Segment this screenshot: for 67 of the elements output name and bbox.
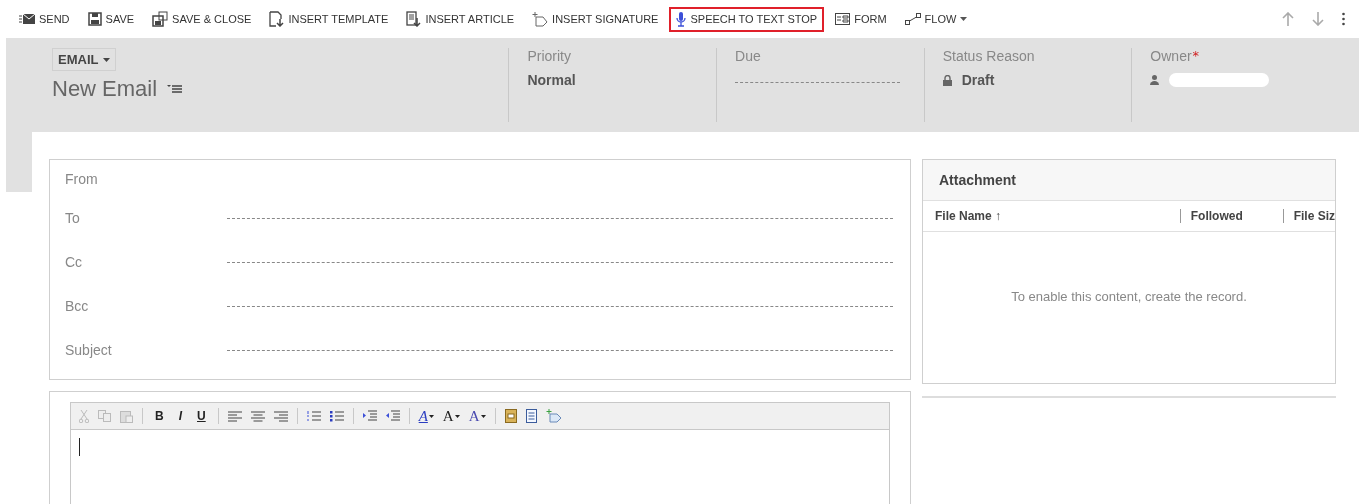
- tag-plus-icon[interactable]: [545, 409, 562, 423]
- down-arrow-icon[interactable]: [1312, 12, 1324, 26]
- field-label: Due: [735, 48, 761, 64]
- microphone-icon: [676, 11, 687, 27]
- empty-field-line[interactable]: [735, 81, 901, 83]
- indent-icon[interactable]: [362, 410, 377, 422]
- numbered-list-icon[interactable]: [306, 410, 321, 422]
- toolbar-button[interactable]: SEND: [12, 8, 77, 30]
- more-icon[interactable]: [1342, 12, 1345, 26]
- column-header[interactable]: File Name ↑: [923, 209, 1180, 223]
- image-icon[interactable]: [504, 409, 517, 423]
- caret-icon: [103, 57, 111, 62]
- toolbar-button[interactable]: INSERT ARTICLE: [399, 6, 522, 32]
- field-value: Normal: [527, 72, 576, 88]
- lock-icon: [942, 74, 952, 86]
- rich-text-editor[interactable]: B I U A A A: [70, 402, 890, 504]
- field-label: Owner: [1150, 48, 1192, 64]
- font-button[interactable]: A: [418, 407, 434, 425]
- toolbar-button[interactable]: FLOW: [897, 8, 975, 30]
- align-icon[interactable]: [250, 410, 265, 422]
- save-icon: [87, 12, 102, 26]
- toolbar-button[interactable]: SPEECH TO TEXT STOP: [669, 6, 825, 32]
- align-icon[interactable]: [273, 410, 288, 422]
- align-icon[interactable]: [227, 410, 242, 422]
- format-button[interactable]: I: [175, 409, 185, 423]
- empty-message: To enable this content, create the record.: [1010, 289, 1248, 304]
- up-arrow-icon[interactable]: [1282, 12, 1294, 26]
- toolbar-button[interactable]: FORM: [828, 8, 894, 30]
- field-label: Cc: [65, 254, 84, 270]
- caret-icon: [454, 414, 460, 418]
- format-button[interactable]: B: [152, 409, 167, 423]
- column-header[interactable]: Followed: [1179, 209, 1283, 223]
- entity-dropdown[interactable]: EMAIL: [52, 48, 117, 71]
- field-label: Status Reason: [942, 48, 1035, 64]
- format-button[interactable]: U: [194, 409, 209, 423]
- field-label: Priority: [527, 48, 571, 64]
- toolbar-button[interactable]: INSERT TEMPLATE: [262, 6, 396, 32]
- toolbar-button[interactable]: SAVE: [80, 7, 142, 31]
- panel-title: Attachment: [923, 160, 1335, 201]
- list-menu-icon[interactable]: [167, 84, 183, 94]
- font-button[interactable]: A: [468, 407, 486, 425]
- font-button[interactable]: A: [442, 407, 460, 425]
- document-arrow-icon: [406, 11, 422, 27]
- document-arrow-icon: [269, 11, 285, 27]
- save-close-icon: [152, 11, 169, 27]
- document-icon[interactable]: [525, 409, 537, 423]
- tag-plus-icon: [532, 11, 549, 27]
- person-icon: [1150, 75, 1160, 85]
- text-cursor: [79, 438, 80, 456]
- caret-icon: [428, 414, 434, 418]
- required-mark: *: [1192, 48, 1200, 64]
- field-label: From: [65, 171, 99, 187]
- indent-icon[interactable]: [385, 410, 400, 422]
- field-value: Draft: [961, 72, 995, 88]
- toolbar-button[interactable]: SAVE & CLOSE: [145, 6, 259, 32]
- envelope-icon: [19, 13, 35, 25]
- form-icon: [835, 13, 851, 25]
- field-label: To: [65, 210, 81, 226]
- column-header[interactable]: File Siz: [1282, 209, 1335, 223]
- field-label: Subject: [65, 342, 113, 358]
- record-title: New Email: [52, 76, 158, 102]
- flow-icon: [904, 13, 921, 25]
- field-label: Bcc: [65, 298, 90, 314]
- caret-icon: [480, 414, 486, 418]
- toolbar-button[interactable]: INSERT SIGNATURE: [525, 6, 666, 32]
- bullet-list-icon[interactable]: [329, 410, 344, 422]
- caret-icon: [960, 17, 968, 21]
